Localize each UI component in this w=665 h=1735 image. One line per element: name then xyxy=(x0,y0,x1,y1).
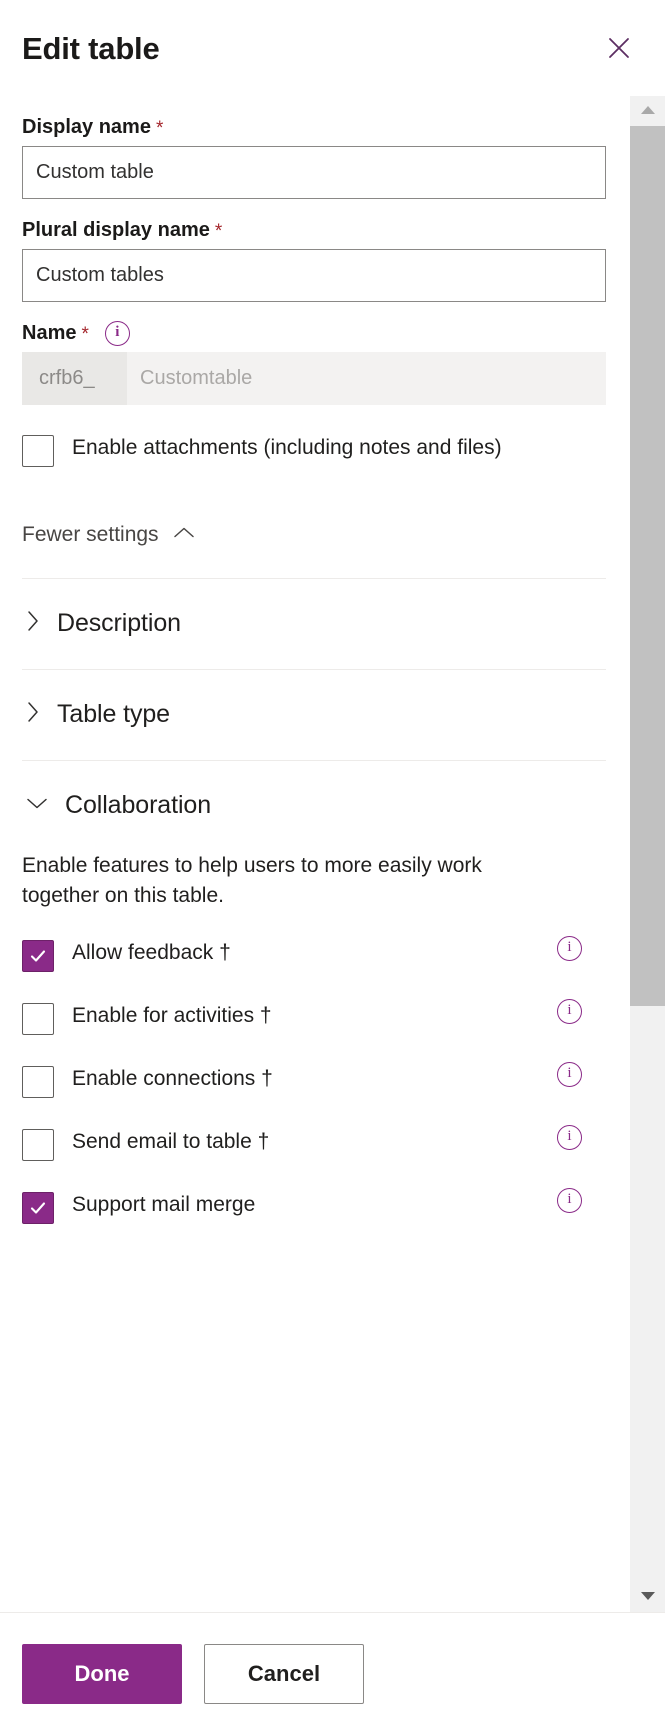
allow-feedback-checkbox[interactable] xyxy=(22,939,54,972)
enable-connections-checkbox[interactable] xyxy=(22,1065,54,1098)
support-mail-merge-label: Support mail merge xyxy=(72,1192,256,1216)
required-marker: * xyxy=(81,323,89,345)
scroll-down-arrow-icon xyxy=(640,1588,656,1606)
plural-display-name-label-text: Plural display name xyxy=(22,219,210,241)
collab-checkbox-row[interactable]: Support mail merge xyxy=(22,1190,255,1224)
send-email-to-table-label: Send email to table † xyxy=(72,1129,270,1153)
panel-body-wrapper: Display name * Plural display name * Nam… xyxy=(0,96,665,1613)
name-label: Name * i xyxy=(22,302,606,352)
name-input[interactable] xyxy=(127,352,606,405)
panel-scroll-content: Display name * Plural display name * Nam… xyxy=(0,96,630,1612)
required-marker: * xyxy=(155,117,164,139)
section-label-table-type: Table type xyxy=(57,700,170,728)
panel-header: Edit table xyxy=(0,0,665,96)
info-icon[interactable]: i xyxy=(104,320,130,346)
enable-connections-label: Enable connections † xyxy=(72,1066,273,1090)
allow-feedback-label: Allow feedback † xyxy=(72,940,231,964)
name-input-group: crfb6_ xyxy=(22,352,606,405)
enable-attachments-checkbox[interactable] xyxy=(22,435,54,467)
chevron-right-icon xyxy=(26,610,40,637)
display-name-label-text: Display name xyxy=(22,116,151,138)
required-marker: * xyxy=(214,220,223,242)
fewer-settings-label: Fewer settings xyxy=(22,523,159,546)
info-icon[interactable]: i xyxy=(557,1187,582,1213)
enable-attachments-label: Enable attachments (including notes and … xyxy=(72,436,502,459)
name-prefix: crfb6_ xyxy=(22,352,127,405)
collab-item-enable-for-activities: Enable for activities † i xyxy=(22,986,606,1049)
collab-item-allow-feedback: Allow feedback † i xyxy=(22,923,606,986)
info-icon[interactable]: i xyxy=(557,998,582,1024)
enable-attachments-checkbox-row[interactable]: Enable attachments (including notes and … xyxy=(22,405,606,467)
vertical-scrollbar[interactable] xyxy=(630,96,665,1612)
info-icon[interactable]: i xyxy=(557,1061,582,1087)
done-button[interactable]: Done xyxy=(22,1644,182,1704)
display-name-field-group: Display name * xyxy=(22,96,606,199)
collab-item-support-mail-merge: Support mail merge i xyxy=(22,1175,606,1238)
scroll-up-arrow-icon xyxy=(640,102,656,120)
chevron-up-icon xyxy=(173,526,195,545)
page-title: Edit table xyxy=(22,30,160,66)
support-mail-merge-checkbox[interactable] xyxy=(22,1191,54,1224)
send-email-to-table-checkbox[interactable] xyxy=(22,1128,54,1161)
edit-table-panel: Edit table Display name * Pl xyxy=(0,0,665,1735)
scroll-up-button[interactable] xyxy=(630,96,665,126)
collab-item-enable-connections: Enable connections † i xyxy=(22,1049,606,1112)
close-icon xyxy=(604,33,634,63)
panel-footer: Done Cancel xyxy=(0,1613,665,1735)
enable-for-activities-checkbox[interactable] xyxy=(22,1002,54,1035)
section-header-description[interactable]: Description xyxy=(22,579,181,669)
scrollbar-track[interactable] xyxy=(630,126,665,1582)
scroll-down-button[interactable] xyxy=(630,1582,665,1612)
collab-checkbox-row[interactable]: Enable for activities † xyxy=(22,1001,272,1035)
section-label-description: Description xyxy=(57,609,181,637)
chevron-down-icon xyxy=(26,796,48,815)
collab-checkbox-row[interactable]: Enable connections † xyxy=(22,1064,273,1098)
section-header-table-type[interactable]: Table type xyxy=(22,670,170,760)
plural-display-name-field-group: Plural display name * xyxy=(22,199,606,302)
name-label-text: Name xyxy=(22,322,77,344)
display-name-label: Display name * xyxy=(22,96,606,146)
section-label-collaboration: Collaboration xyxy=(65,791,212,819)
collaboration-description: Enable features to help users to more ea… xyxy=(22,854,482,907)
collab-item-send-email-to-table: Send email to table † i xyxy=(22,1112,606,1175)
display-name-input[interactable] xyxy=(22,146,606,199)
info-icon[interactable]: i xyxy=(557,1124,582,1150)
plural-display-name-input[interactable] xyxy=(22,249,606,302)
enable-for-activities-label: Enable for activities † xyxy=(72,1003,272,1027)
scrollbar-thumb[interactable] xyxy=(630,126,665,1006)
collab-checkbox-row[interactable]: Send email to table † xyxy=(22,1127,269,1161)
chevron-right-icon xyxy=(26,701,40,728)
cancel-button[interactable]: Cancel xyxy=(204,1644,364,1704)
info-icon[interactable]: i xyxy=(557,935,582,961)
name-field-group: Name * i crfb6_ xyxy=(22,302,606,405)
section-header-collaboration[interactable]: Collaboration xyxy=(22,761,211,851)
fewer-settings-toggle[interactable]: Fewer settings xyxy=(22,467,195,547)
collab-checkbox-row[interactable]: Allow feedback † xyxy=(22,938,231,972)
close-button[interactable] xyxy=(599,28,639,68)
plural-display-name-label: Plural display name * xyxy=(22,199,606,249)
